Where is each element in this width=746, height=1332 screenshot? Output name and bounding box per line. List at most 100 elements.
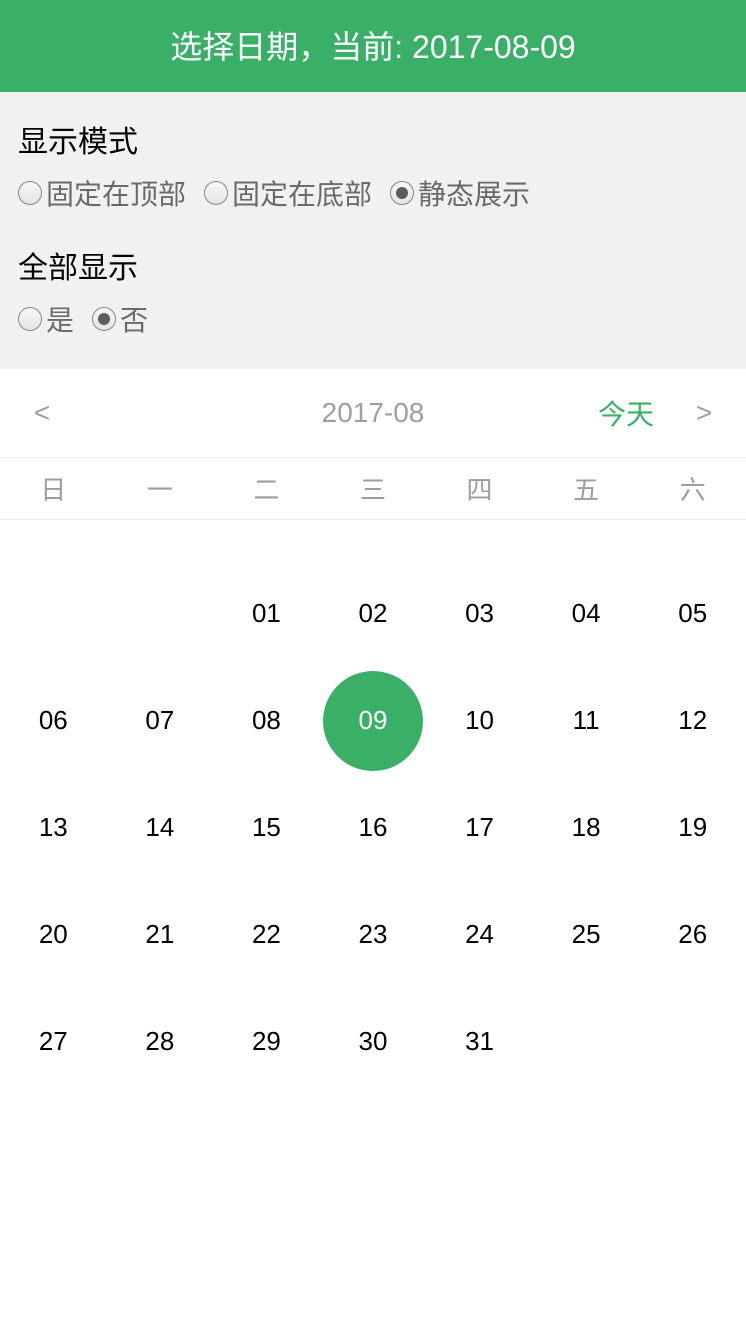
- weekday-label: 一: [107, 470, 214, 507]
- day-number: 21: [110, 885, 210, 985]
- radio-icon: [18, 181, 42, 205]
- day-number: 15: [216, 778, 316, 878]
- day-number: 30: [323, 992, 423, 1092]
- day-cell[interactable]: 05: [639, 560, 746, 667]
- display-mode-option-1[interactable]: 固定在底部: [204, 173, 372, 213]
- day-cell[interactable]: 23: [320, 881, 427, 988]
- day-cell[interactable]: 20: [0, 881, 107, 988]
- day-cell[interactable]: 29: [213, 988, 320, 1095]
- empty-day-cell: [107, 560, 214, 667]
- day-cell[interactable]: 10: [426, 667, 533, 774]
- day-number: 17: [430, 778, 530, 878]
- day-cell[interactable]: 24: [426, 881, 533, 988]
- day-number: 13: [3, 778, 103, 878]
- day-number: 16: [323, 778, 423, 878]
- day-cell[interactable]: 26: [639, 881, 746, 988]
- day-cell[interactable]: 12: [639, 667, 746, 774]
- radio-label: 否: [120, 299, 148, 339]
- day-cell[interactable]: 22: [213, 881, 320, 988]
- display-mode-option-0[interactable]: 固定在顶部: [18, 173, 186, 213]
- day-cell[interactable]: 30: [320, 988, 427, 1095]
- display-mode-title: 显示模式: [18, 117, 728, 161]
- day-cell[interactable]: 17: [426, 774, 533, 881]
- day-number: 10: [430, 671, 530, 771]
- day-cell[interactable]: 04: [533, 560, 640, 667]
- day-number: 03: [430, 564, 530, 664]
- day-cell[interactable]: 14: [107, 774, 214, 881]
- weekday-label: 五: [533, 470, 640, 507]
- calendar-nav: < 2017-08 今天 >: [0, 369, 746, 457]
- weekday-label: 四: [426, 470, 533, 507]
- day-cell[interactable]: 18: [533, 774, 640, 881]
- day-number: 14: [110, 778, 210, 878]
- weekday-label: 三: [320, 470, 427, 507]
- day-number: 07: [110, 671, 210, 771]
- show-all-radios: 是否: [18, 299, 728, 339]
- radio-label: 固定在底部: [232, 173, 372, 213]
- day-number: 04: [536, 564, 636, 664]
- day-cell[interactable]: 07: [107, 667, 214, 774]
- prev-month-button[interactable]: <: [22, 397, 62, 429]
- day-number: 12: [643, 671, 743, 771]
- day-number: 25: [536, 885, 636, 985]
- day-number: 18: [536, 778, 636, 878]
- day-number: 11: [536, 671, 636, 771]
- header-title: 选择日期，当前: 2017-08-09: [170, 29, 575, 65]
- show-all-option-0[interactable]: 是: [18, 299, 74, 339]
- radio-icon: [204, 181, 228, 205]
- day-number: 06: [3, 671, 103, 771]
- show-all-group: 全部显示 是否: [18, 243, 728, 339]
- day-number: 24: [430, 885, 530, 985]
- day-number: 23: [323, 885, 423, 985]
- day-number: 29: [216, 992, 316, 1092]
- day-cell[interactable]: 21: [107, 881, 214, 988]
- display-mode-option-2[interactable]: 静态展示: [390, 173, 530, 213]
- today-button[interactable]: 今天: [598, 393, 654, 433]
- day-number: 02: [323, 564, 423, 664]
- day-cell[interactable]: 15: [213, 774, 320, 881]
- day-number: 08: [216, 671, 316, 771]
- radio-label: 固定在顶部: [46, 173, 186, 213]
- day-cell[interactable]: 09: [320, 667, 427, 774]
- day-number: 19: [643, 778, 743, 878]
- weekday-label: 日: [0, 470, 107, 507]
- day-cell[interactable]: 19: [639, 774, 746, 881]
- day-cell[interactable]: 25: [533, 881, 640, 988]
- day-cell[interactable]: 28: [107, 988, 214, 1095]
- next-month-button[interactable]: >: [684, 397, 724, 429]
- empty-day-cell: [0, 560, 107, 667]
- day-cell[interactable]: 11: [533, 667, 640, 774]
- day-cell[interactable]: 31: [426, 988, 533, 1095]
- weekday-label: 二: [213, 470, 320, 507]
- radio-icon: [92, 307, 116, 331]
- day-cell[interactable]: 13: [0, 774, 107, 881]
- day-number: 27: [3, 992, 103, 1092]
- day-cell[interactable]: 27: [0, 988, 107, 1095]
- page-header: 选择日期，当前: 2017-08-09: [0, 0, 746, 92]
- day-cell[interactable]: 02: [320, 560, 427, 667]
- day-number: 09: [323, 671, 423, 771]
- day-number: 31: [430, 992, 530, 1092]
- day-number: 05: [643, 564, 743, 664]
- calendar-days-grid: 0102030405 06070809101112 13141516171819 20…: [0, 520, 746, 1095]
- show-all-option-1[interactable]: 否: [92, 299, 148, 339]
- radio-label: 是: [46, 299, 74, 339]
- day-cell[interactable]: 01: [213, 560, 320, 667]
- day-number: 26: [643, 885, 743, 985]
- display-mode-radios: 固定在顶部 固定在底部 静态展示: [18, 173, 728, 213]
- display-mode-group: 显示模式 固定在顶部 固定在底部 静态展示: [18, 117, 728, 213]
- day-number: 22: [216, 885, 316, 985]
- day-cell[interactable]: 06: [0, 667, 107, 774]
- day-number: 20: [3, 885, 103, 985]
- weekday-label: 六: [639, 470, 746, 507]
- day-cell[interactable]: 03: [426, 560, 533, 667]
- day-cell[interactable]: 08: [213, 667, 320, 774]
- current-month-label: 2017-08: [322, 397, 425, 429]
- show-all-title: 全部显示: [18, 243, 728, 287]
- weekday-header: 日一二三四五六: [0, 457, 746, 520]
- day-cell[interactable]: 16: [320, 774, 427, 881]
- options-panel: 显示模式 固定在顶部固定在底部静态展示 全部显示 是否: [0, 92, 746, 369]
- radio-icon: [18, 307, 42, 331]
- radio-label: 静态展示: [418, 173, 530, 213]
- day-number: 01: [216, 564, 316, 664]
